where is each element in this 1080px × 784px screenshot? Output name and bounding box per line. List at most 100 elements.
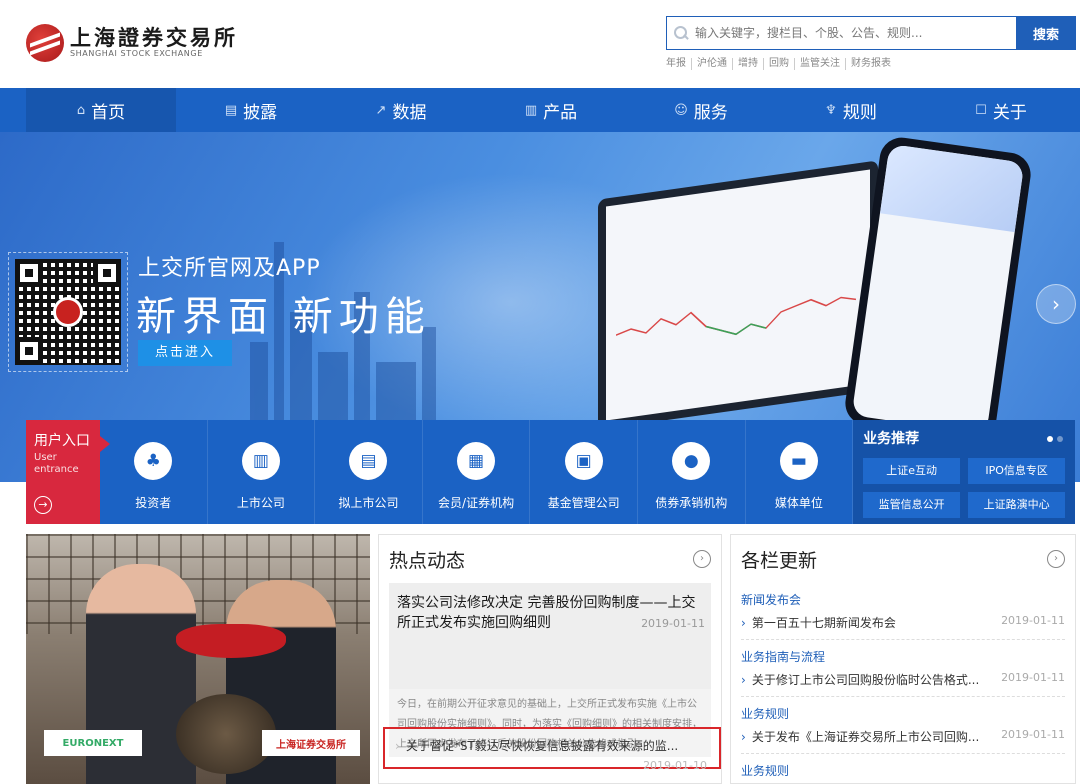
column-row[interactable]: › 关于修订上市公司回购股份临时公告格式... 2019-01-11	[741, 671, 1065, 697]
entry-listed-company[interactable]: ▥ 上市公司	[208, 420, 316, 524]
user-entry[interactable]: 用户入口 User entrance →	[26, 420, 110, 524]
nav-label: 首页	[91, 102, 126, 123]
carousel-dots[interactable]	[1047, 436, 1064, 442]
banner-subtitle: 上交所官网及APP	[138, 256, 321, 281]
banner-title: 新界面 新功能	[136, 294, 431, 340]
nav-item-home[interactable]: ⌂ 首页	[26, 88, 176, 132]
institution-icon: ▦	[457, 442, 496, 480]
nav-item-disclosure[interactable]: ▤ 披露	[176, 88, 326, 132]
logo-subtitle: SHANGHAI STOCK EXCHANGE	[70, 49, 203, 58]
sse-sign: 上海证券交易所	[262, 730, 360, 756]
nav-label: 披露	[243, 102, 278, 123]
search-icon	[673, 25, 689, 41]
user-entry-bar: 用户入口 User entrance → ♣ 投资者 ▥ 上市公司 ▤ 拟上市公…	[26, 420, 1076, 524]
column-row-date: 2019-01-11	[1001, 671, 1065, 684]
carousel-dot[interactable]	[1057, 436, 1064, 442]
arrow-right-circle-icon[interactable]: →	[34, 496, 52, 514]
nav-label: 数据	[392, 102, 427, 123]
featured-news-date: 2019-01-11	[641, 617, 705, 630]
carousel-dot[interactable]	[1047, 436, 1054, 442]
more-arrow-icon[interactable]: ›	[1047, 550, 1065, 568]
nav-label: 规则	[842, 102, 877, 123]
nav-label: 关于	[992, 102, 1027, 123]
nav-item-services[interactable]: ☺ 服务	[626, 88, 776, 132]
chart-icon: ↗	[375, 102, 387, 118]
nav-item-products[interactable]: ▥ 产品	[476, 88, 626, 132]
entry-investor[interactable]: ♣ 投资者	[100, 420, 208, 524]
column-category[interactable]: 业务规则	[741, 762, 1065, 779]
main-nav: ⌂ 首页 ▤ 披露 ↗ 数据 ▥ 产品 ☺ 服务 ♆ 规则 ☐ 关于	[0, 88, 1080, 132]
banner-enter-button[interactable]: 点击进入	[138, 340, 232, 366]
recommend-link[interactable]: 监管信息公开	[863, 492, 961, 518]
logo[interactable]: 上海證券交易所 SHANGHAI STOCK EXCHANGE	[26, 24, 238, 62]
app-qr-code	[8, 252, 128, 372]
investor-icon: ♣	[134, 442, 173, 480]
quick-link[interactable]: 增持	[732, 58, 763, 70]
column-row[interactable]: › 关于发布《上海证券交易所上市公司回购... 2019-01-11	[741, 728, 1065, 754]
gong	[176, 694, 276, 774]
entry-media[interactable]: ▬ 媒体单位	[746, 420, 854, 524]
chevron-right-icon: ›	[741, 616, 746, 630]
nav-label: 产品	[543, 102, 578, 123]
banner-next-arrow-icon[interactable]: ›	[1036, 284, 1076, 324]
entry-label: 媒体单位	[774, 496, 823, 510]
search-input[interactable]	[689, 26, 1016, 40]
quick-link[interactable]: 年报	[666, 58, 691, 70]
product-icon: ▥	[524, 102, 538, 118]
nav-item-rules[interactable]: ♆ 规则	[776, 88, 926, 132]
news-item-title: 关于督促*ST毅达尽快恢复信息披露有效来源的监...	[405, 739, 679, 753]
entry-label: 上市公司	[236, 496, 285, 510]
euronext-sign: EURONEXT	[44, 730, 142, 756]
entry-label: 会员/证券机构	[438, 496, 515, 510]
laptop-mockup	[598, 160, 878, 430]
chevron-right-icon: ›	[741, 673, 746, 687]
entry-members[interactable]: ▦ 会员/证券机构	[423, 420, 531, 524]
quick-link[interactable]: 回购	[763, 58, 794, 70]
recommend-link[interactable]: 上证路演中心	[968, 492, 1066, 518]
quick-link[interactable]: 沪伦通	[691, 58, 732, 70]
media-icon: ▬	[779, 442, 818, 480]
column-category[interactable]: 业务指南与流程	[741, 648, 1065, 665]
sse-logo-icon	[26, 24, 64, 62]
panel-title: 热点动态	[389, 549, 466, 572]
nav-item-data[interactable]: ↗ 数据	[326, 88, 476, 132]
quick-link[interactable]: 监管关注	[794, 58, 845, 70]
news-item-date: 2019-01-10	[643, 759, 707, 772]
panel-title: 各栏更新	[741, 549, 818, 572]
entry-label: 基金管理公司	[547, 496, 620, 510]
entry-label: 债券承销机构	[655, 496, 728, 510]
column-row-text: 关于修订上市公司回购股份临时公告格式...	[751, 673, 980, 687]
business-recommend: 业务推荐 上证e互动 IPO信息专区 监管信息公开 上证路演中心	[853, 420, 1076, 524]
column-updates-panel: 各栏更新 › 新闻发布会 › 第一百五十七期新闻发布会 2019-01-11 业务…	[730, 534, 1076, 784]
recommend-link[interactable]: IPO信息专区	[968, 458, 1066, 484]
quick-links: 年报 沪伦通 增持 回购 监管关注 财务报表	[666, 58, 896, 70]
laptop-chart-icon	[616, 296, 856, 336]
recommend-link[interactable]: 上证e互动	[863, 458, 961, 484]
header: 上海證券交易所 SHANGHAI STOCK EXCHANGE 搜索 年报 沪伦…	[0, 0, 1080, 88]
quick-link[interactable]: 财务报表	[845, 58, 896, 70]
column-row-text: 第一百五十七期新闻发布会	[751, 616, 896, 630]
document-icon: ▤	[349, 442, 388, 480]
user-entry-subtitle: User entrance	[34, 452, 79, 475]
entry-label: 拟上市公司	[338, 496, 399, 510]
entry-label: 投资者	[135, 496, 172, 510]
column-row-date: 2019-01-11	[1001, 728, 1065, 741]
search-button[interactable]: 搜索	[1016, 16, 1076, 50]
rule-icon: ♆	[825, 102, 837, 118]
column-category[interactable]: 新闻发布会	[741, 591, 1065, 608]
qr-logo-icon	[53, 297, 83, 327]
column-category[interactable]: 业务规则	[741, 705, 1065, 722]
column-row-text: 关于发布《上海证券交易所上市公司回购...	[751, 730, 980, 744]
news-photo[interactable]: EURONEXT 上海证券交易所	[26, 534, 370, 784]
entry-pre-listed[interactable]: ▤ 拟上市公司	[315, 420, 423, 524]
entry-bond-underwriters[interactable]: ● 债券承销机构	[638, 420, 746, 524]
home-icon: ⌂	[76, 102, 86, 118]
more-arrow-icon[interactable]: ›	[693, 550, 711, 568]
entry-fund-managers[interactable]: ▣ 基金管理公司	[530, 420, 638, 524]
chevron-right-icon: ›	[741, 730, 746, 744]
column-row[interactable]: › 第一百五十七期新闻发布会 2019-01-11	[741, 614, 1065, 640]
featured-news[interactable]: 落实公司法修改决定 完善股份回购制度——上交所正式发布实施回购细则 2019-0…	[389, 583, 711, 689]
briefcase-icon: ▣	[564, 442, 603, 480]
recommend-title: 业务推荐	[863, 431, 920, 447]
nav-item-about[interactable]: ☐ 关于	[926, 88, 1076, 132]
